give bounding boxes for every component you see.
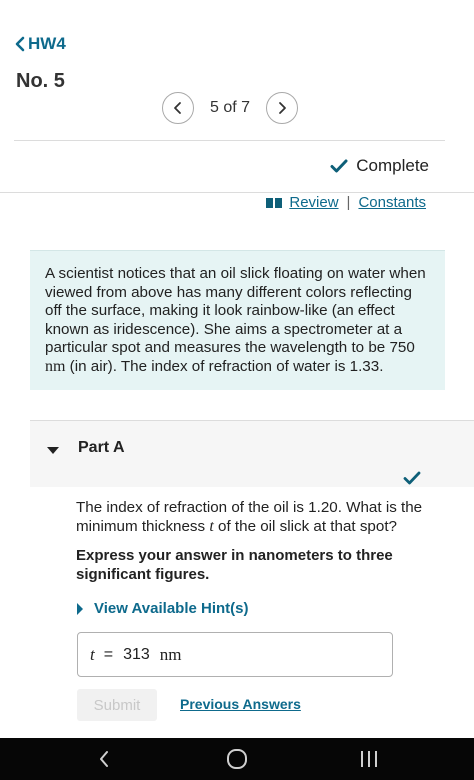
divider [0, 192, 474, 193]
system-navigation-bar [0, 738, 474, 780]
back-link-hw4[interactable]: HW4 [14, 34, 66, 54]
checkmark-icon [403, 471, 421, 485]
submit-button[interactable]: Submit [77, 689, 157, 721]
checkmark-icon [330, 159, 348, 173]
previous-problem-button[interactable] [162, 92, 194, 124]
status-complete: Complete [330, 156, 429, 176]
divider [14, 140, 445, 141]
answer-field[interactable]: t = 313 nm [77, 632, 393, 677]
status-label: Complete [356, 156, 429, 175]
link-separator: | [346, 194, 351, 211]
chevron-left-icon [15, 36, 25, 52]
problem-text-1: A scientist notices that an oil slick fl… [45, 265, 426, 357]
chevron-left-icon [174, 102, 181, 114]
view-hints-toggle[interactable]: View Available Hint(s) [76, 600, 249, 617]
recents-icon [361, 751, 377, 767]
pager-label: 5 of 7 [209, 99, 251, 116]
constants-link[interactable]: Constants [358, 194, 426, 211]
caret-down-icon[interactable] [46, 445, 60, 455]
caret-right-icon [77, 602, 83, 615]
answer-value: 313 [123, 645, 150, 663]
chevron-right-icon [279, 102, 286, 114]
problem-title: No. 5 [16, 70, 65, 92]
part-title: Part A [78, 439, 125, 456]
answer-equals: = [103, 645, 114, 663]
problem-statement: A scientist notices that an oil slick fl… [30, 250, 445, 390]
problem-text-2: (in air). The index of refraction of wat… [65, 357, 384, 375]
previous-answers-link[interactable]: Previous Answers [180, 696, 301, 712]
answer-unit: nm [159, 644, 182, 664]
home-circle-icon [227, 749, 247, 769]
next-problem-button[interactable] [266, 92, 298, 124]
question-text-2: of the oil slick at that spot? [213, 517, 397, 535]
system-home-button[interactable] [207, 738, 267, 780]
resource-links: Review | Constants [265, 194, 426, 211]
system-recents-button[interactable] [339, 738, 399, 780]
view-hints-label: View Available Hint(s) [94, 600, 249, 617]
book-icon [265, 197, 283, 209]
back-link-label: HW4 [28, 34, 66, 53]
answer-instruction: Express your answer in nanometers to thr… [76, 547, 393, 583]
review-link[interactable]: Review [289, 194, 338, 211]
part-question: The index of refraction of the oil is 1.… [76, 499, 436, 536]
system-back-button[interactable] [74, 738, 134, 780]
pager: 5 of 7 [0, 92, 474, 126]
answer-variable: t [90, 644, 95, 664]
chevron-left-icon [100, 751, 108, 767]
problem-unit: nm [45, 357, 66, 375]
